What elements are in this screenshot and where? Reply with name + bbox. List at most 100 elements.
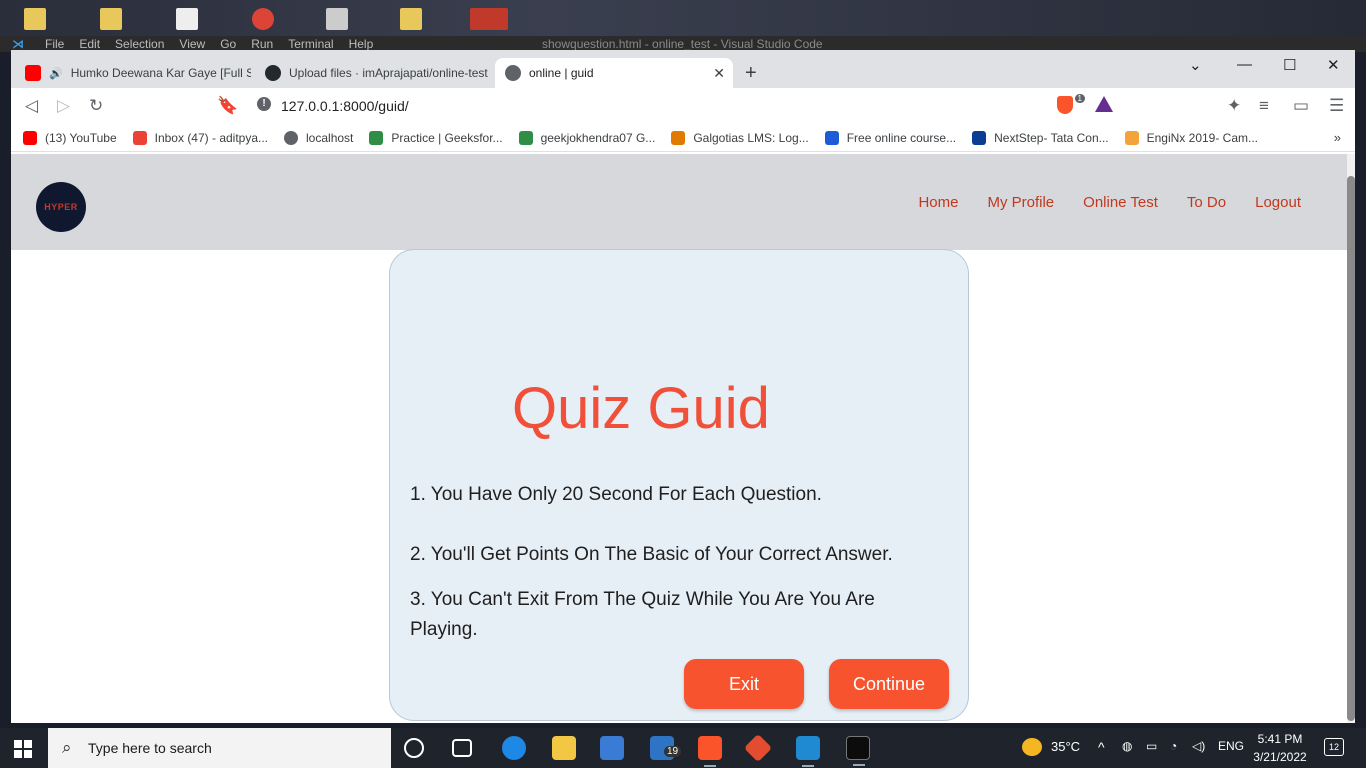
cortana-icon[interactable] bbox=[404, 738, 424, 758]
clock-date: 3/21/2022 bbox=[1253, 750, 1307, 764]
rule-1: 1. You Have Only 20 Second For Each Ques… bbox=[410, 484, 822, 505]
bookmark-icon[interactable]: 🔖 bbox=[217, 96, 238, 116]
tab-youtube[interactable]: 🔊 Humko Deewana Kar Gaye [Full So bbox=[15, 58, 251, 88]
wallet-icon[interactable]: ▭ bbox=[1293, 96, 1309, 116]
notification-center-icon[interactable]: 12 bbox=[1324, 738, 1344, 756]
tab-search-chevron-icon[interactable]: ⌄ bbox=[1189, 56, 1202, 74]
globe-icon bbox=[284, 130, 299, 145]
scrollbar-thumb[interactable] bbox=[1347, 176, 1355, 721]
site-logo[interactable]: HYPER bbox=[36, 182, 86, 232]
bookmark-label: geekjokhendra07 G... bbox=[540, 130, 656, 145]
url-text[interactable]: 127.0.0.1:8000/guid/ bbox=[281, 98, 409, 114]
bookmark-geekjokhendra[interactable]: geekjokhendra07 G... bbox=[518, 130, 656, 145]
tab-github[interactable]: Upload files · imAprajapati/online-test bbox=[255, 58, 491, 88]
chrome-icon[interactable] bbox=[252, 8, 274, 30]
file-explorer-icon[interactable] bbox=[552, 736, 576, 760]
page-viewport: HYPER Home My Profile Online Test To Do … bbox=[11, 154, 1355, 723]
site-info-icon[interactable]: ! bbox=[257, 97, 271, 111]
show-hidden-icons-chevron-icon[interactable]: ^ bbox=[1098, 739, 1105, 755]
vscode-window-title: showquestion.html - online_test - Visual… bbox=[542, 37, 823, 51]
audio-icon: 🔊 bbox=[49, 67, 63, 80]
vscode-menu: File Edit Selection View Go Run Terminal… bbox=[45, 37, 373, 51]
meet-now-icon[interactable]: ◍ bbox=[1122, 739, 1132, 753]
browser-toolbar: ◁ ▷ ↻ 🔖 ! 127.0.0.1:8000/guid/ 1 ✦ ≡ ▭ ☰ bbox=[11, 88, 1355, 124]
extensions-icon[interactable]: ✦ bbox=[1227, 96, 1241, 116]
edge-icon[interactable] bbox=[502, 736, 526, 760]
page-scrollbar[interactable] bbox=[1347, 154, 1355, 723]
windows-start-icon[interactable] bbox=[14, 740, 32, 758]
browser-window: 🔊 Humko Deewana Kar Gaye [Full So Upload… bbox=[11, 50, 1355, 723]
bookmark-free-course[interactable]: Free online course... bbox=[824, 130, 956, 145]
nav-logout[interactable]: Logout bbox=[1255, 194, 1301, 211]
bookmark-geeksforgeeks[interactable]: Practice | Geeksfor... bbox=[369, 130, 503, 145]
weather-icon[interactable] bbox=[1022, 738, 1042, 756]
wifi-icon[interactable]: ◔ bbox=[1170, 739, 1177, 753]
folder-icon[interactable] bbox=[24, 8, 46, 30]
vscode-menu-file[interactable]: File bbox=[45, 37, 64, 51]
taskbar-search-box[interactable]: ⌕ Type here to search bbox=[48, 728, 391, 768]
tab-online-guid[interactable]: online | guid ✕ bbox=[495, 58, 733, 88]
search-icon: ⌕ bbox=[62, 738, 72, 757]
site-navbar: HYPER Home My Profile Online Test To Do … bbox=[11, 154, 1347, 250]
brave-shields-icon[interactable] bbox=[1057, 96, 1073, 114]
geeksforgeeks-icon bbox=[369, 130, 384, 145]
vscode-menu-terminal[interactable]: Terminal bbox=[288, 37, 333, 51]
task-view-icon[interactable] bbox=[452, 739, 472, 757]
bookmark-label: NextStep- Tata Con... bbox=[994, 130, 1109, 145]
microsoft-store-icon[interactable] bbox=[600, 736, 624, 760]
vscode-menu-go[interactable]: Go bbox=[220, 37, 236, 51]
image-file-icon[interactable] bbox=[326, 8, 348, 30]
vscode-menu-help[interactable]: Help bbox=[349, 37, 374, 51]
bookmark-label: EngiNx 2019- Cam... bbox=[1146, 130, 1259, 145]
brave-rewards-icon[interactable] bbox=[1095, 96, 1113, 112]
nav-online-test[interactable]: Online Test bbox=[1083, 194, 1158, 211]
tab-label: Upload files · imAprajapati/online-test bbox=[289, 66, 488, 80]
minimize-button[interactable]: — bbox=[1237, 56, 1252, 73]
bookmark-nextstep[interactable]: NextStep- Tata Con... bbox=[972, 130, 1109, 145]
close-window-button[interactable]: ✕ bbox=[1327, 56, 1340, 74]
forward-icon[interactable]: ▷ bbox=[57, 96, 70, 116]
menu-icon[interactable]: ☰ bbox=[1329, 96, 1344, 116]
bookmark-label: Galgotias LMS: Log... bbox=[693, 130, 809, 145]
system-clock[interactable]: 5:41 PM 3/21/2022 bbox=[1250, 730, 1310, 766]
folder-icon[interactable] bbox=[100, 8, 122, 30]
bookmark-localhost[interactable]: localhost bbox=[284, 130, 353, 145]
vscode-taskbar-icon[interactable] bbox=[796, 736, 820, 767]
temperature-text[interactable]: 35°C bbox=[1051, 739, 1080, 754]
vscode-menu-view[interactable]: View bbox=[179, 37, 205, 51]
terminal-icon[interactable] bbox=[846, 736, 870, 766]
tab-label: Humko Deewana Kar Gaye [Full So bbox=[70, 66, 251, 80]
exit-button[interactable]: Exit bbox=[684, 659, 804, 709]
mail-badge: 19 bbox=[664, 746, 682, 757]
language-indicator[interactable]: ENG bbox=[1218, 739, 1244, 753]
continue-button[interactable]: Continue bbox=[829, 659, 949, 709]
nav-home[interactable]: Home bbox=[918, 194, 958, 211]
bookmark-label: Inbox (47) - aditpya... bbox=[154, 130, 269, 145]
address-bar[interactable]: ! 127.0.0.1:8000/guid/ 1 bbox=[247, 92, 1121, 120]
vscode-menu-edit[interactable]: Edit bbox=[79, 37, 100, 51]
folder-icon[interactable] bbox=[400, 8, 422, 30]
close-tab-icon[interactable]: ✕ bbox=[713, 65, 725, 82]
media-controls-icon[interactable]: ≡ bbox=[1259, 96, 1269, 116]
more-bookmarks-icon[interactable]: » bbox=[1334, 130, 1341, 145]
bookmark-enginx[interactable]: EngiNx 2019- Cam... bbox=[1124, 130, 1259, 145]
tab-strip: 🔊 Humko Deewana Kar Gaye [Full So Upload… bbox=[11, 50, 1355, 88]
git-icon[interactable] bbox=[743, 733, 773, 763]
vscode-menu-selection[interactable]: Selection bbox=[115, 37, 164, 51]
vscode-menu-run[interactable]: Run bbox=[251, 37, 273, 51]
battery-icon[interactable]: ▭ bbox=[1146, 739, 1157, 753]
bookmark-galgotias[interactable]: Galgotias LMS: Log... bbox=[671, 130, 809, 145]
bookmark-gmail[interactable]: Inbox (47) - aditpya... bbox=[132, 130, 269, 145]
nav-my-profile[interactable]: My Profile bbox=[987, 194, 1054, 211]
winrar-icon[interactable] bbox=[470, 8, 508, 30]
back-icon[interactable]: ◁ bbox=[25, 96, 38, 116]
reload-icon[interactable]: ↻ bbox=[89, 96, 103, 116]
volume-icon[interactable]: ◁) bbox=[1192, 739, 1205, 753]
maximize-button[interactable]: ☐ bbox=[1283, 56, 1296, 74]
brave-browser-icon[interactable] bbox=[698, 736, 722, 767]
file-icon[interactable] bbox=[176, 8, 198, 30]
new-tab-button[interactable]: + bbox=[745, 62, 757, 85]
youtube-icon bbox=[23, 130, 37, 145]
nav-to-do[interactable]: To Do bbox=[1187, 194, 1226, 211]
bookmark-youtube[interactable]: (13) YouTube bbox=[23, 130, 117, 145]
